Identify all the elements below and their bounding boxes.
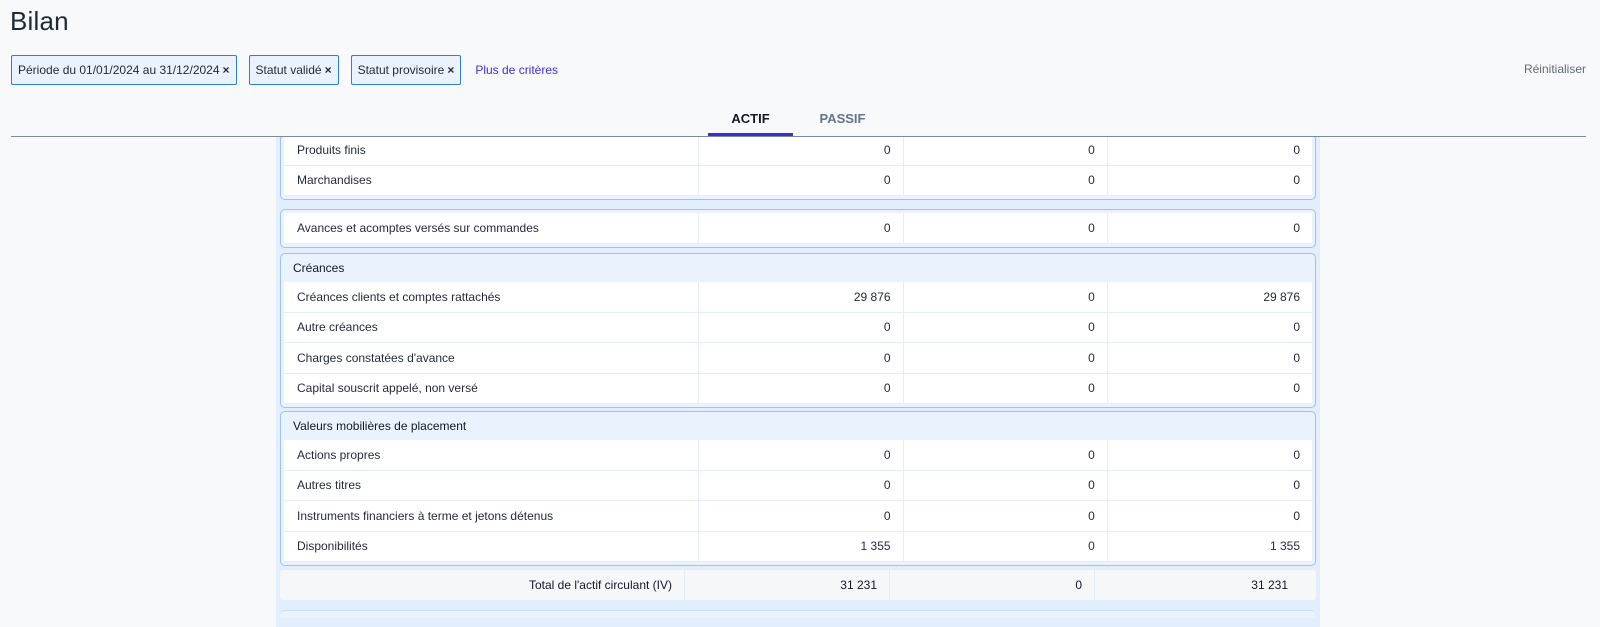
filter-bar: Période du 01/01/2024 au 31/12/2024 × St… xyxy=(11,55,558,85)
group-title: Valeurs mobilières de placement xyxy=(293,419,467,433)
row-label: Marchandises xyxy=(284,165,700,195)
row-label: Capital souscrit appelé, non versé xyxy=(284,373,700,403)
row-value-brut: 1 355 xyxy=(699,531,904,561)
total-label: Total de l'actif circulant (IV) xyxy=(280,570,685,600)
row-value-net: 1 355 xyxy=(1269,539,1301,554)
row-value-net: 0 xyxy=(1293,220,1301,235)
row-label: Actions propres xyxy=(284,440,700,470)
row-value-brut: 0 xyxy=(699,312,904,342)
table-row: Autre créances 0 0 0 xyxy=(284,312,1312,343)
row-label: Charges constatées d'avance xyxy=(284,343,700,373)
table-row: Instruments financiers à terme et jetons… xyxy=(284,501,1312,532)
group-stocks: Produits finis 0 0 0 Marchandises 0 0 0 xyxy=(280,137,1316,200)
row-value-net: 0 xyxy=(1293,478,1301,493)
total-value-amort: 0 xyxy=(890,570,1095,600)
row-value-amort: 0 xyxy=(904,440,1108,470)
row-value-net: 0 xyxy=(1293,508,1301,523)
next-group-edge xyxy=(280,610,1316,618)
page-title: Bilan xyxy=(10,6,69,36)
table-row: Actions propres 0 0 0 xyxy=(284,440,1312,471)
row-label: Créances clients et comptes rattachés xyxy=(284,282,700,312)
total-value-net: 31 231 xyxy=(1251,578,1288,592)
row-label: Disponibilités xyxy=(284,531,700,561)
total-value-brut: 31 231 xyxy=(685,570,890,600)
close-icon[interactable]: × xyxy=(223,63,230,77)
row-value-amort: 0 xyxy=(904,470,1108,500)
table-row: Avances et acomptes versés sur commandes… xyxy=(284,213,1312,244)
row-value-brut: 0 xyxy=(699,501,904,531)
row-label: Instruments financiers à terme et jetons… xyxy=(284,501,700,531)
group-valeurs-mobilieres: Valeurs mobilières de placement Actions … xyxy=(280,411,1316,566)
row-label: Produits finis xyxy=(284,137,700,165)
row-label: Autre créances xyxy=(284,312,700,342)
filter-chip-status-provisional[interactable]: Statut provisoire × xyxy=(350,55,462,85)
row-label: Avances et acomptes versés sur commandes xyxy=(284,213,700,243)
row-value-brut: 0 xyxy=(699,440,904,470)
filter-chip-period[interactable]: Période du 01/01/2024 au 31/12/2024 × xyxy=(11,55,237,85)
row-value-amort: 0 xyxy=(904,531,1108,561)
group-avances: Avances et acomptes versés sur commandes… xyxy=(280,209,1316,248)
tab-bar: ACTIF PASSIF xyxy=(0,100,1600,137)
group-title: Créances xyxy=(293,261,345,275)
close-icon[interactable]: × xyxy=(447,63,454,77)
tab-actif[interactable]: ACTIF xyxy=(708,100,793,137)
close-icon[interactable]: × xyxy=(325,63,332,77)
row-value-net: 29 876 xyxy=(1263,289,1301,304)
row-label: Autres titres xyxy=(284,470,700,500)
row-value-net: 0 xyxy=(1293,447,1301,462)
row-value-brut: 0 xyxy=(699,213,904,243)
row-value-amort: 0 xyxy=(904,137,1108,165)
row-value-amort: 0 xyxy=(904,165,1108,195)
row-value-amort: 0 xyxy=(904,501,1108,531)
row-value-net: 0 xyxy=(1293,320,1301,335)
row-value-amort: 0 xyxy=(904,282,1108,312)
balance-sheet-table[interactable]: Produits finis 0 0 0 Marchandises 0 0 0 … xyxy=(276,137,1320,627)
group-creances: Créances Créances clients et comptes rat… xyxy=(280,253,1316,408)
row-value-amort: 0 xyxy=(904,373,1108,403)
row-value-brut: 0 xyxy=(699,343,904,373)
row-value-amort: 0 xyxy=(904,312,1108,342)
row-value-net: 0 xyxy=(1293,350,1301,365)
filter-chip-status-validated[interactable]: Statut validé × xyxy=(248,55,339,85)
row-value-brut: 0 xyxy=(699,165,904,195)
row-value-brut: 0 xyxy=(699,470,904,500)
table-row: Capital souscrit appelé, non versé 0 0 0 xyxy=(284,373,1312,404)
row-value-amort: 0 xyxy=(904,213,1108,243)
tab-passif[interactable]: PASSIF xyxy=(800,100,885,137)
filter-chip-label: Statut provisoire xyxy=(357,63,445,77)
more-criteria-link[interactable]: Plus de critères xyxy=(475,63,558,77)
table-row: Produits finis 0 0 0 xyxy=(284,137,1312,166)
row-value-brut: 0 xyxy=(699,137,904,165)
row-value-net: 0 xyxy=(1293,173,1301,188)
filter-chip-label: Période du 01/01/2024 au 31/12/2024 xyxy=(18,63,220,77)
table-row: Disponibilités 1 355 0 1 355 xyxy=(284,531,1312,562)
table-row: Marchandises 0 0 0 xyxy=(284,165,1312,196)
table-row: Charges constatées d'avance 0 0 0 xyxy=(284,343,1312,374)
table-row: Autres titres 0 0 0 xyxy=(284,470,1312,501)
reset-link[interactable]: Réinitialiser xyxy=(1524,62,1586,76)
row-value-amort: 0 xyxy=(904,343,1108,373)
total-row: Total de l'actif circulant (IV) 31 231 0… xyxy=(280,570,1316,600)
table-row: Créances clients et comptes rattachés 29… xyxy=(284,282,1312,313)
filter-chip-label: Statut validé xyxy=(255,63,322,77)
row-value-brut: 0 xyxy=(699,373,904,403)
row-value-net: 0 xyxy=(1293,381,1301,396)
row-value-brut: 29 876 xyxy=(699,282,904,312)
row-value-net: 0 xyxy=(1293,142,1301,157)
